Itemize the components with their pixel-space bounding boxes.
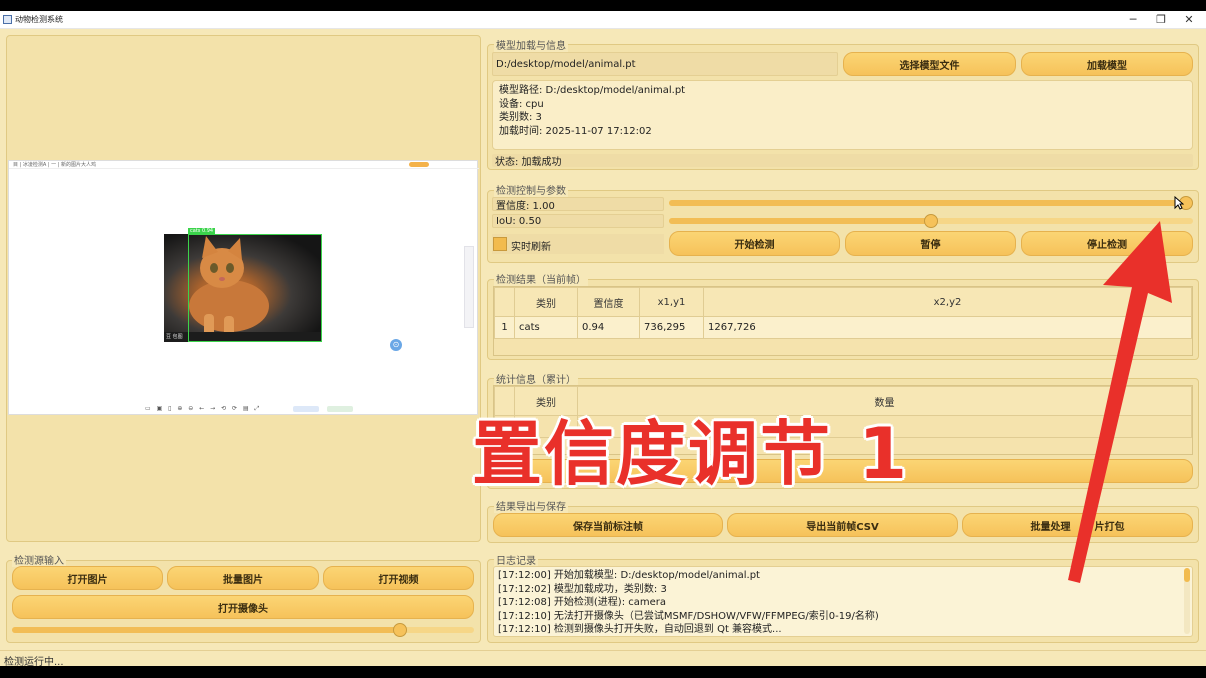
log-scrollbar[interactable] [1184, 568, 1190, 634]
close-button[interactable]: ✕ [1176, 12, 1202, 28]
model-status: 状态: 加载成功 [492, 154, 1193, 168]
stats-section-label: 统计信息（累计） [494, 371, 578, 386]
open-video-button[interactable]: 打开视频 [323, 566, 474, 590]
results-cell: cats [514, 316, 578, 339]
control-section-label: 检测控制与参数 [494, 182, 568, 197]
log-section-label: 日志记录 [494, 552, 538, 567]
open-image-button[interactable]: 打开图片 [12, 566, 163, 590]
log-scrollbar-thumb[interactable] [1184, 568, 1190, 582]
confidence-slider-fill [669, 200, 1193, 206]
export-section-label: 结果导出与保存 [494, 498, 568, 513]
mouse-cursor-icon [1174, 196, 1184, 210]
realtime-label: 实时刷新 [511, 242, 551, 253]
preview-toolbar-chip-1 [293, 406, 319, 412]
iou-slider-knob[interactable] [924, 214, 938, 228]
realtime-checkbox[interactable] [493, 237, 507, 251]
realtime-toggle-row: 实时刷新 [492, 234, 664, 254]
preview-frame: 目 | 冰凌检测A | 一 | 新的图片大人鸡 豆 包图 cats 0.94 ⊙… [8, 160, 479, 415]
results-header-confidence[interactable]: 置信度 [577, 287, 640, 317]
export-csv-button[interactable]: 导出当前帧CSV [727, 513, 958, 537]
preview-side-toolbar [464, 246, 474, 328]
model-info-device: 设备: cpu [499, 98, 544, 110]
red-arrow-icon [1068, 221, 1172, 583]
save-frame-button[interactable]: 保存当前标注帧 [493, 513, 723, 537]
detection-box-label: cats 0.94 [188, 228, 216, 235]
results-cell: 0.94 [577, 316, 640, 339]
pause-button[interactable]: 暂停 [845, 231, 1016, 256]
window-title: 动物检测系统 [15, 15, 63, 24]
model-info-loadtime: 加载时间: 2025-11-07 17:12:02 [499, 125, 652, 137]
results-header-class[interactable]: 类别 [514, 287, 578, 317]
detection-box [188, 234, 322, 342]
log-line: [17:12:10] 检测到摄像头打开失败，自动回退到 Qt 兼容模式... [498, 624, 782, 635]
model-info-box: 模型路径: D:/desktop/model/animal.pt 设备: cpu… [492, 80, 1193, 150]
preview-floating-badge: ⊙ [390, 339, 402, 351]
source-progress-fill [12, 627, 400, 633]
preview-browser-badge [409, 162, 429, 167]
cat-watermark: 豆 包图 [166, 334, 183, 340]
log-line: [17:12:08] 开始检测(进程): camera [498, 597, 667, 608]
source-progress-knob[interactable] [393, 623, 407, 637]
preview-browser-bar: 目 | 冰凌检测A | 一 | 新的图片大人鸡 [9, 161, 479, 169]
select-model-button[interactable]: 选择模型文件 [843, 52, 1016, 76]
maximize-button[interactable]: ❐ [1148, 12, 1174, 28]
overlay-caption: 置信度调节 1 [472, 413, 910, 495]
confidence-label: 置信度: 1.00 [492, 197, 664, 212]
preview-browser-tab: 目 | 冰凌检测A | 一 | 新的图片大人鸡 [13, 162, 97, 168]
results-cell: 1 [494, 316, 515, 339]
load-model-button[interactable]: 加载模型 [1021, 52, 1193, 76]
model-info-classes: 类别数: 3 [499, 112, 542, 123]
results-header-index [494, 287, 515, 317]
log-line: [17:12:10] 无法打开摄像头（已尝试MSMF/DSHOW/VFW/FFM… [498, 610, 879, 622]
model-info-path: 模型路径: D:/desktop/model/animal.pt [499, 85, 686, 96]
results-cell: 736,295 [639, 316, 704, 339]
start-detect-button[interactable]: 开始检测 [669, 231, 840, 256]
status-bar-text: 检测运行中... [4, 657, 64, 668]
app-icon [3, 15, 12, 24]
title-bar [0, 11, 1206, 29]
preview-toolbar-chip-2 [327, 406, 353, 412]
batch-image-button[interactable]: 批量图片 [167, 566, 319, 590]
status-bar: 检测运行中... [0, 650, 1206, 668]
iou-slider-fill [669, 218, 931, 224]
results-section-label: 检测结果（当前帧） [494, 271, 588, 286]
source-section-label: 检测源输入 [12, 552, 66, 567]
preview-bottom-toolbar: ▭ ▣ ▯ ⊕ ⊖ ← → ⟲ ⟳ ▤ ⤢ [145, 405, 262, 412]
minimize-button[interactable]: ─ [1120, 12, 1146, 28]
open-camera-button[interactable]: 打开摄像头 [12, 595, 474, 619]
iou-label: IoU: 0.50 [492, 214, 664, 228]
results-header-x1y1[interactable]: x1,y1 [639, 287, 704, 317]
model-path-field[interactable]: D:/desktop/model/animal.pt [492, 52, 838, 76]
confidence-slider[interactable] [669, 200, 1193, 206]
model-section-label: 模型加载与信息 [494, 37, 568, 52]
